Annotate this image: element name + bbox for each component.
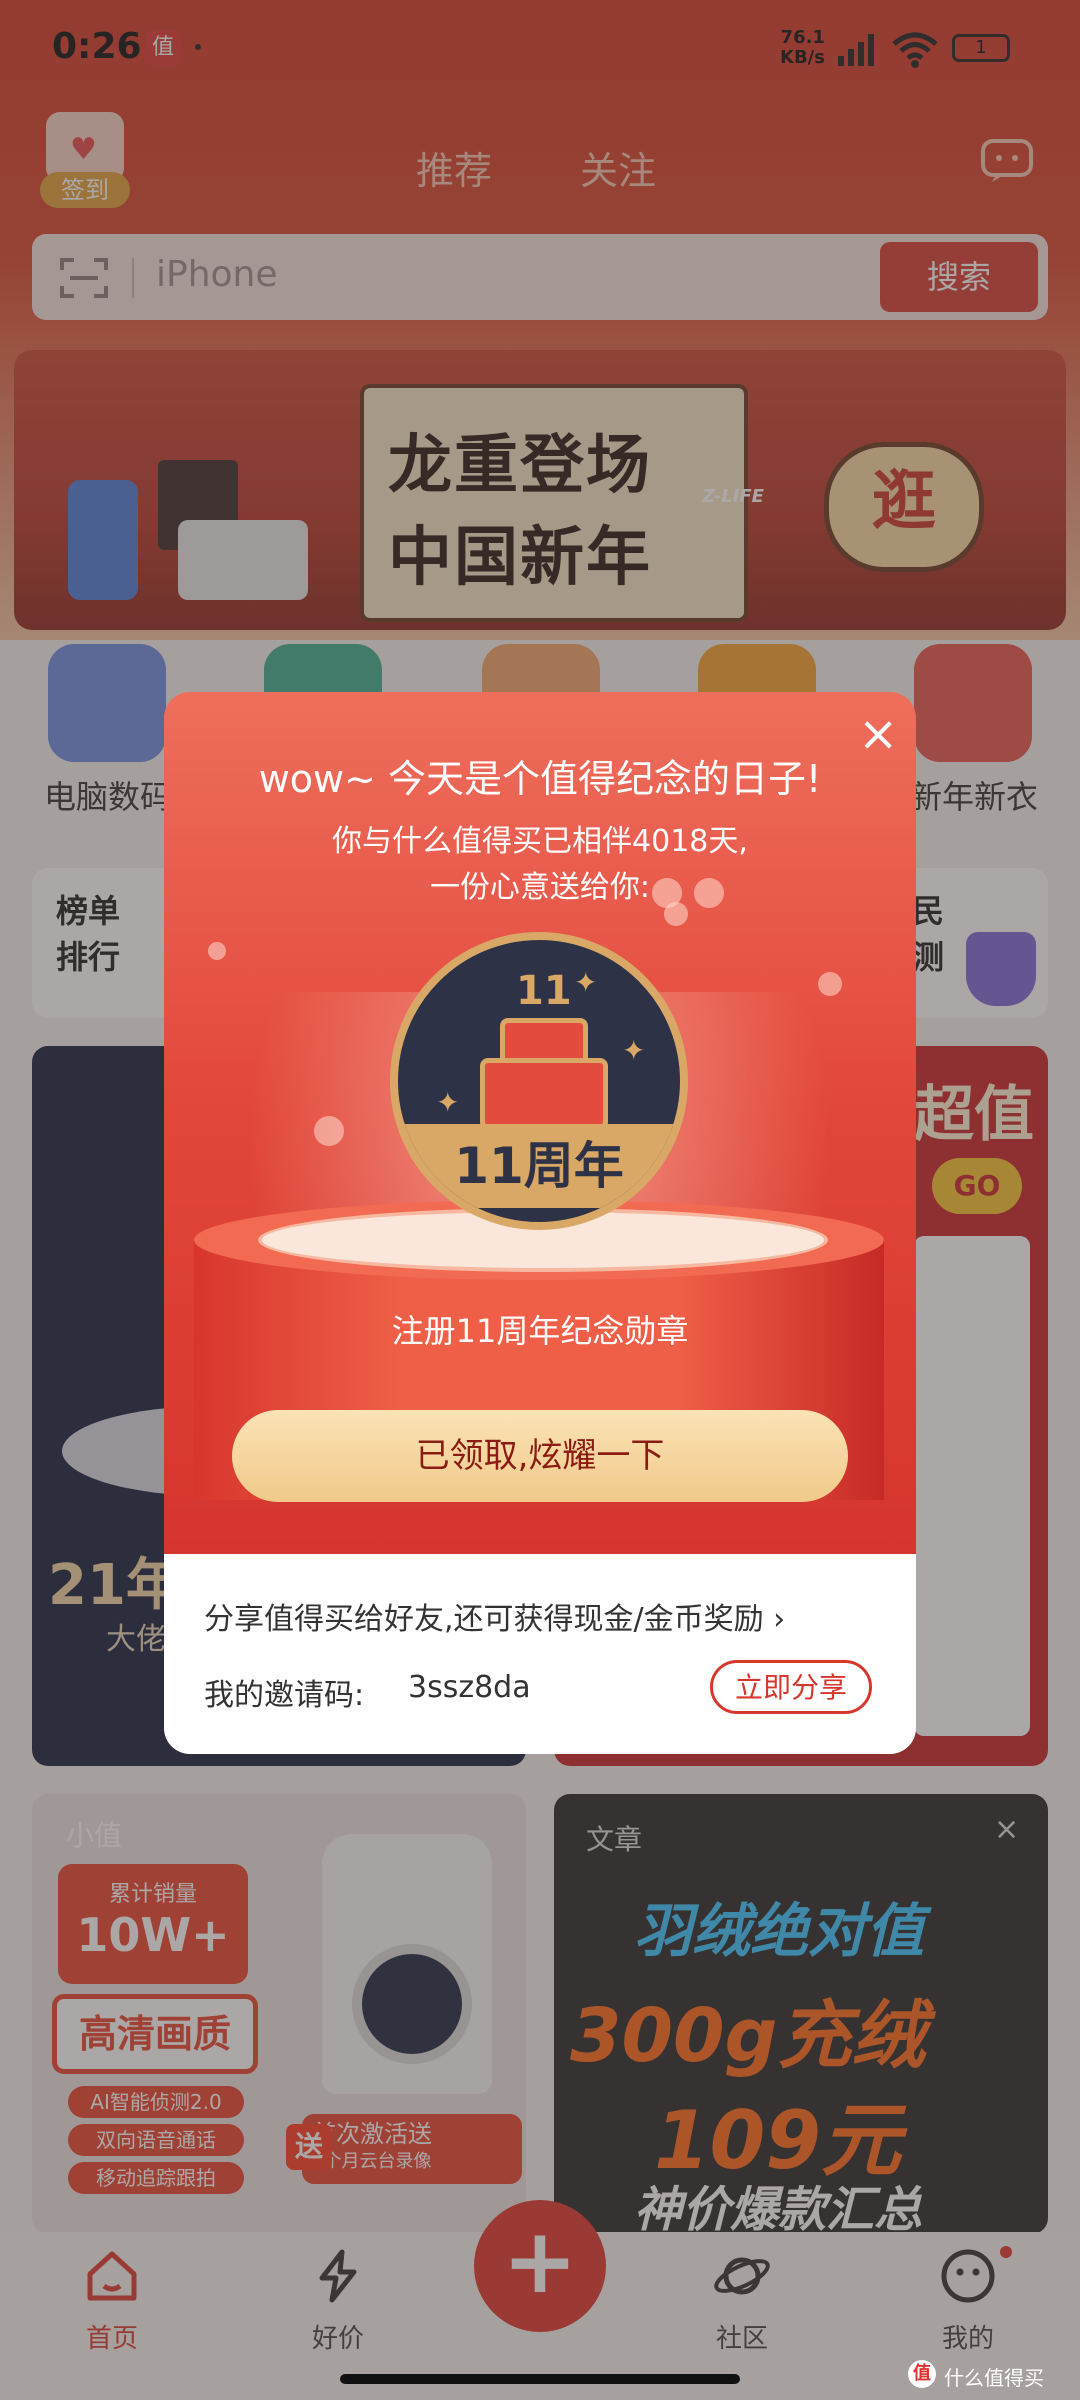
sparkle-icon: ✦	[622, 1034, 646, 1067]
badge-name: 注册11周年纪念勋章	[391, 1312, 689, 1350]
anniversary-modal: × wow~ 今天是个值得纪念的日子! 你与什么值得买已相伴4018天, 一份心…	[164, 692, 916, 1754]
modal-footer: 分享值得买给好友,还可获得现金/金币奖励 › 我的邀请码: 3ssz8da 立即…	[164, 1554, 916, 1754]
modal-title: wow~ 今天是个值得纪念的日子!	[258, 757, 822, 801]
home-indicator[interactable]	[340, 2374, 740, 2384]
sparkle-icon: ✦	[574, 966, 598, 999]
modal-subtitle-line2: 一份心意送给你:	[429, 870, 651, 905]
share-now-button[interactable]: 立即分享	[710, 1660, 872, 1714]
share-badge-button[interactable]: 已领取,炫耀一下	[232, 1410, 848, 1502]
invite-code-label: 我的邀请码:	[204, 1678, 365, 1713]
watermark-text: 什么值得买	[944, 2366, 1044, 2390]
decor-bubble	[314, 1116, 344, 1146]
cake-icon	[480, 1058, 608, 1130]
anniversary-medal: 11 ✦ ✦ ✦ 11周年	[390, 932, 688, 1230]
watermark-logo: 值	[908, 2360, 936, 2388]
modal-subtitle-line1: 你与什么值得买已相伴4018天,	[332, 824, 748, 859]
share-reward-link[interactable]: 分享值得买给好友,还可获得现金/金币奖励 ›	[204, 1594, 785, 1638]
candle-icon: 11	[516, 968, 572, 1014]
invite-code-value: 3ssz8da	[408, 1670, 531, 1705]
sparkle-icon: ✦	[436, 1086, 460, 1119]
decor-bubble	[818, 972, 842, 996]
decor-bubble	[208, 942, 226, 960]
medal-text: 11周年	[454, 1137, 624, 1195]
